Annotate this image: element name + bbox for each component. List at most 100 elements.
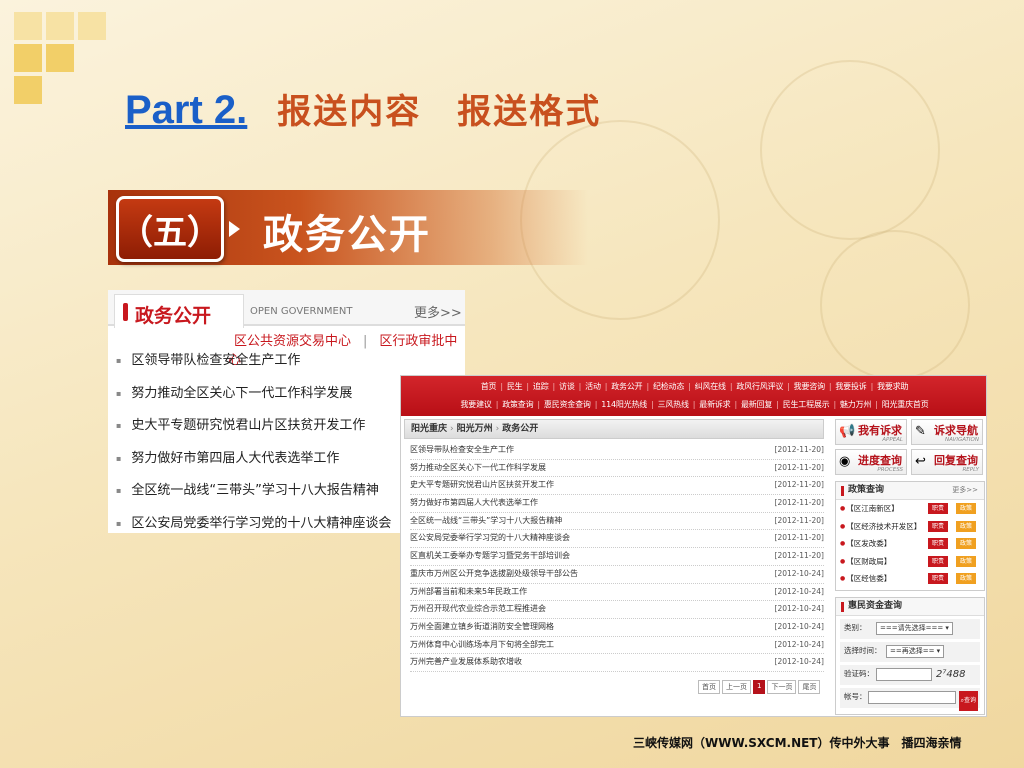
- policy-dept[interactable]: 【区财政局】: [846, 557, 891, 566]
- table-row[interactable]: 区公安局党委举行学习党的十八大精神座谈会 [2012-11-20]: [410, 530, 824, 549]
- article-title[interactable]: 区公安局党委举行学习党的十八大精神座谈会: [410, 533, 570, 542]
- page-last[interactable]: 尾页: [798, 680, 821, 694]
- article-title[interactable]: 史大平专题研究悦君山片区扶贫开发工作: [410, 480, 554, 489]
- nav-item[interactable]: 民生工程展示: [783, 400, 830, 409]
- appeal-button[interactable]: 📢 我有诉求 APPEAL: [835, 419, 907, 445]
- nav-item[interactable]: 我要求助: [877, 382, 908, 391]
- table-row[interactable]: 万州部署当前和未来5年民政工作 [2012-10-24]: [410, 584, 824, 602]
- nav-item[interactable]: 114阳光热线: [601, 400, 647, 409]
- nav-item[interactable]: 阳光重庆首页: [882, 400, 929, 409]
- table-row[interactable]: 全区统一战线“三带头”学习十八大报告精神 [2012-11-20]: [410, 513, 824, 531]
- article-date: [2012-11-20]: [774, 533, 824, 543]
- progress-button[interactable]: ◉ 进度查询 PROCESS: [835, 449, 907, 475]
- policy-row[interactable]: 【区江南新区】 职责政策: [836, 500, 984, 518]
- reply-button[interactable]: ↩ 回复查询 REPLY: [911, 449, 983, 475]
- deco-square: [78, 12, 106, 40]
- search-button[interactable]: ⌕查询: [958, 691, 978, 711]
- policy-button[interactable]: 政策: [956, 503, 976, 514]
- table-row[interactable]: 努力推动全区关心下一代工作科学发展 [2012-11-20]: [410, 460, 824, 478]
- table-row[interactable]: 万州全面建立镇乡街道消防安全管理网格 [2012-10-24]: [410, 619, 824, 637]
- policy-dept[interactable]: 【区发改委】: [846, 539, 891, 548]
- megaphone-icon: 📢: [839, 424, 856, 439]
- pagination: 首页 上一页 1 下一页 尾页: [698, 680, 821, 694]
- policy-dept[interactable]: 【区经济技术开发区】: [846, 522, 921, 531]
- policy-row[interactable]: 【区发改委】 职责政策: [836, 535, 984, 553]
- page-prev[interactable]: 上一页: [722, 680, 751, 694]
- account-row: 帐号： ⌕查询: [840, 688, 980, 711]
- policy-button[interactable]: 政策: [956, 555, 976, 567]
- table-row[interactable]: 史大平专题研究悦君山片区扶贫开发工作 [2012-11-20]: [410, 477, 824, 496]
- duty-button[interactable]: 职责: [928, 538, 948, 549]
- article-title[interactable]: 万州体育中心训练场本月下旬将全部完工: [410, 640, 554, 649]
- article-date: [2012-11-20]: [774, 462, 824, 472]
- policy-button[interactable]: 政策: [956, 538, 976, 549]
- nav-item[interactable]: 纪检动态: [653, 382, 684, 391]
- article-title[interactable]: 努力推动全区关心下一代工作科学发展: [410, 463, 546, 472]
- article-title[interactable]: 万州完善产业发展体系助农增收: [410, 657, 522, 666]
- nav-item[interactable]: 政策查询: [502, 400, 533, 409]
- nav-item[interactable]: 政风行风评议: [736, 382, 783, 391]
- account-input[interactable]: [868, 691, 956, 704]
- policy-dept[interactable]: 【区经信委】: [846, 574, 891, 583]
- nav-item[interactable]: 惠民资金查询: [544, 400, 591, 409]
- page-current[interactable]: 1: [753, 680, 766, 694]
- nav-item[interactable]: 最新回复: [741, 400, 772, 409]
- nav-item[interactable]: 三风热线: [658, 400, 689, 409]
- breadcrumb-wanzhou[interactable]: 阳光万州: [457, 424, 493, 434]
- nav-item[interactable]: 最新诉求: [699, 400, 730, 409]
- table-row[interactable]: 万州完善产业发展体系助农增收 [2012-10-24]: [410, 654, 824, 672]
- article-title[interactable]: 万州部署当前和未来5年民政工作: [410, 587, 527, 596]
- category-select[interactable]: ===请先选择=== ▾: [876, 622, 953, 635]
- article-title[interactable]: 万州全面建立镇乡街道消防安全管理网格: [410, 622, 554, 631]
- nav-item[interactable]: 我要投诉: [835, 382, 866, 391]
- nav-item[interactable]: 纠风在线: [695, 382, 726, 391]
- policy-row[interactable]: 【区经济技术开发区】职责政策: [836, 518, 984, 536]
- page-next[interactable]: 下一页: [767, 680, 797, 694]
- article-date: [2012-10-24]: [774, 657, 824, 667]
- nav-item[interactable]: 追踪: [533, 382, 549, 391]
- nav-item[interactable]: 首页: [481, 382, 497, 391]
- article-title[interactable]: 区领导带队检查安全生产工作: [410, 445, 514, 454]
- pen-icon: ✎: [915, 424, 926, 439]
- table-row[interactable]: 万州召开现代农业综合示范工程推进会 [2012-10-24]: [410, 601, 824, 619]
- breadcrumb-home[interactable]: 阳光重庆: [411, 424, 447, 434]
- policy-row[interactable]: 【区经信委】 职责政策: [836, 570, 984, 588]
- policy-button[interactable]: 政策: [956, 520, 976, 532]
- policy-dept[interactable]: 【区江南新区】: [846, 504, 899, 513]
- table-row[interactable]: 重庆市万州区公开竞争选拔副处级领导干部公告 [2012-10-24]: [410, 566, 824, 584]
- arrow-right-icon: [229, 221, 240, 237]
- table-row[interactable]: 区直机关工委举办专题学习暨党务干部培训会 [2012-11-20]: [410, 548, 824, 566]
- nav-item[interactable]: 民生: [507, 382, 523, 391]
- policy-row[interactable]: 【区财政局】 职责政策: [836, 553, 984, 571]
- article-title[interactable]: 全区统一战线“三带头”学习十八大报告精神: [410, 516, 562, 525]
- nav-item[interactable]: 访谈: [559, 382, 575, 391]
- tab-open-government[interactable]: 政务公开: [114, 294, 244, 328]
- policy-button[interactable]: 政策: [956, 573, 976, 584]
- more-link[interactable]: 更多>>: [952, 482, 978, 499]
- nav-item[interactable]: 魅力万州: [840, 400, 871, 409]
- part-label: Part 2.: [125, 88, 248, 132]
- bg-circle: [820, 230, 970, 380]
- duty-button[interactable]: 职责: [928, 573, 948, 584]
- duty-button[interactable]: 职责: [928, 520, 948, 532]
- article-title[interactable]: 重庆市万州区公开竞争选拔副处级领导干部公告: [410, 569, 578, 578]
- article-title[interactable]: 区直机关工委举办专题学习暨党务干部培训会: [410, 551, 570, 560]
- table-row[interactable]: 努力做好市第四届人大代表选举工作 [2012-11-20]: [410, 495, 824, 513]
- navigation-button[interactable]: ✎ 诉求导航 NAVIGATION: [911, 419, 983, 445]
- article-title[interactable]: 万州召开现代农业综合示范工程推进会: [410, 604, 546, 613]
- nav-item[interactable]: 政务公开: [611, 382, 642, 391]
- time-select[interactable]: ==再选择== ▾: [886, 645, 945, 658]
- link-trading-center[interactable]: 区公共资源交易中心: [234, 334, 351, 349]
- nav-item[interactable]: 活动: [585, 382, 601, 391]
- article-title[interactable]: 努力做好市第四届人大代表选举工作: [410, 498, 538, 507]
- nav-item[interactable]: 我要建议: [460, 400, 491, 409]
- duty-button[interactable]: 职责: [928, 503, 948, 514]
- more-link[interactable]: 更多>>: [414, 302, 462, 321]
- captcha-input[interactable]: [876, 668, 932, 681]
- duty-button[interactable]: 职责: [928, 555, 948, 567]
- nav-item[interactable]: 我要咨询: [794, 382, 825, 391]
- page-first[interactable]: 首页: [698, 680, 720, 694]
- deco-square: [14, 44, 42, 72]
- table-row[interactable]: 区领导带队检查安全生产工作 [2012-11-20]: [410, 442, 824, 460]
- table-row[interactable]: 万州体育中心训练场本月下旬将全部完工 [2012-10-24]: [410, 637, 824, 655]
